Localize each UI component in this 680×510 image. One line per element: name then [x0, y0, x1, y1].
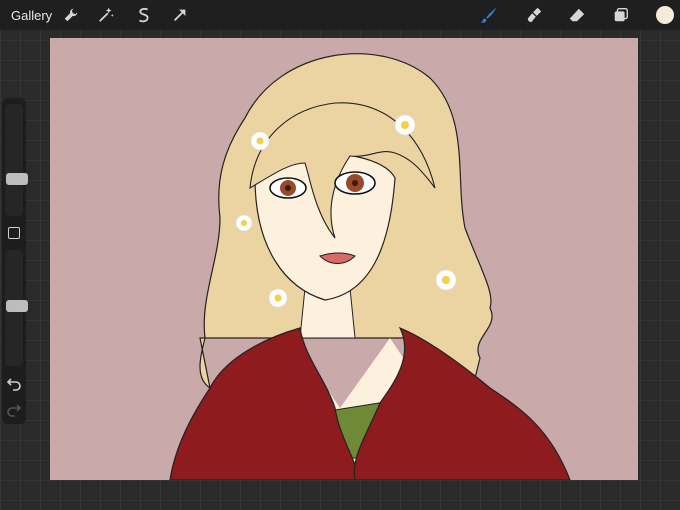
- transform-arrow-icon[interactable]: [169, 4, 191, 26]
- brush-icon[interactable]: [478, 4, 500, 26]
- modify-button[interactable]: [8, 227, 20, 239]
- opacity-slider[interactable]: [5, 250, 28, 366]
- sidebar: [2, 98, 28, 424]
- right-eye: [334, 171, 376, 195]
- left-eye: [269, 177, 307, 199]
- layers-icon[interactable]: [610, 4, 632, 26]
- redo-button[interactable]: [6, 401, 22, 417]
- gallery-button[interactable]: Gallery: [11, 8, 52, 23]
- artwork: [50, 38, 638, 480]
- undo-icon: [6, 378, 21, 391]
- drawing-canvas[interactable]: [50, 38, 638, 480]
- wrench-icon[interactable]: [60, 4, 82, 26]
- magic-wand-icon[interactable]: [95, 4, 117, 26]
- color-swatch[interactable]: [654, 4, 676, 26]
- undo-button[interactable]: [6, 375, 22, 391]
- brush-size-slider[interactable]: [5, 104, 28, 216]
- eraser-icon[interactable]: [566, 4, 588, 26]
- smudge-icon[interactable]: [523, 4, 545, 26]
- brush-size-thumb[interactable]: [6, 173, 28, 185]
- top-toolbar: Gallery: [0, 0, 680, 30]
- opacity-thumb[interactable]: [6, 300, 28, 312]
- selection-icon[interactable]: [133, 4, 155, 26]
- redo-icon: [7, 404, 22, 417]
